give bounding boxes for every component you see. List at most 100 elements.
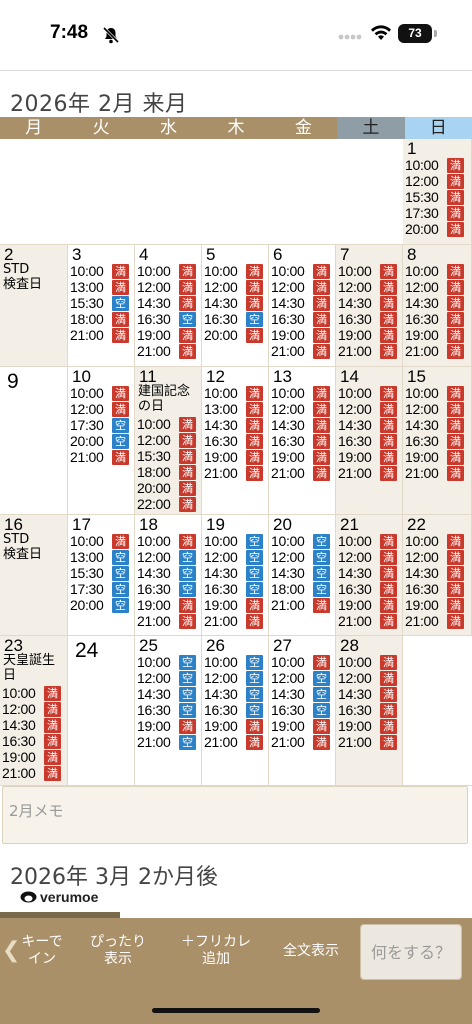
time-slot[interactable]: 10:00 満 bbox=[338, 385, 397, 401]
time-slot[interactable]: 21:00 満 bbox=[405, 465, 464, 481]
time-slot[interactable]: 10:00 満 bbox=[405, 385, 464, 401]
calendar-day-cell[interactable]: 2 STD 検査日 bbox=[0, 245, 68, 367]
time-slot[interactable]: 14:30 満 bbox=[338, 417, 397, 433]
time-slot[interactable]: 14:30 空 bbox=[204, 565, 263, 581]
time-slot[interactable]: 12:00 満 bbox=[2, 701, 61, 717]
calendar-day-cell[interactable]: 14 10:00 満 12:00 満 14:30 満 16:30 満 19:00 満 21:00 満 bbox=[336, 367, 403, 515]
time-slot[interactable]: 16:30 満 bbox=[338, 581, 397, 597]
time-slot[interactable]: 21:00 満 bbox=[70, 449, 129, 465]
time-slot[interactable]: 10:00 満 bbox=[137, 416, 196, 432]
time-slot[interactable]: 18:00 空 bbox=[271, 581, 330, 597]
time-slot[interactable]: 16:30 満 bbox=[338, 702, 397, 718]
calendar-day-cell[interactable]: 4 10:00 満 12:00 満 14:30 満 16:30 空 19:00 満 21:00 満 bbox=[135, 245, 202, 367]
calendar-day-cell[interactable]: 18 10:00 満 12:00 空 14:30 空 16:30 空 19:00 満 21:00 満 bbox=[135, 515, 202, 636]
time-slot[interactable]: 14:30 満 bbox=[137, 295, 196, 311]
time-slot[interactable]: 10:00 空 bbox=[137, 654, 196, 670]
calendar-day-cell[interactable]: 21 10:00 満 12:00 満 14:30 満 16:30 満 19:00 満 21:00 満 bbox=[336, 515, 403, 636]
time-slot[interactable]: 21:00 満 bbox=[405, 343, 464, 359]
time-slot[interactable]: 10:00 空 bbox=[204, 654, 263, 670]
time-slot[interactable]: 12:00 満 bbox=[204, 279, 263, 295]
calendar-day-cell[interactable]: 22 10:00 満 12:00 満 14:30 満 16:30 満 19:00 満 21:00 満 bbox=[403, 515, 472, 636]
time-slot[interactable]: 21:00 満 bbox=[204, 465, 263, 481]
time-slot[interactable]: 19:00 満 bbox=[338, 449, 397, 465]
time-slot[interactable]: 12:00 満 bbox=[338, 549, 397, 565]
time-slot[interactable]: 14:30 満 bbox=[405, 565, 464, 581]
calendar-day-cell[interactable]: 10 10:00 満 12:00 満 17:30 空 20:00 空 21:00 満 bbox=[68, 367, 135, 515]
calendar-day-cell[interactable]: 5 10:00 満 12:00 満 14:30 満 16:30 空 20:00 満 bbox=[202, 245, 269, 367]
time-slot[interactable]: 14:30 空 bbox=[137, 565, 196, 581]
time-slot[interactable]: 19:00 満 bbox=[271, 327, 330, 343]
time-slot[interactable]: 12:00 満 bbox=[137, 432, 196, 448]
time-slot[interactable]: 19:00 満 bbox=[338, 327, 397, 343]
time-slot[interactable]: 20:00 空 bbox=[70, 433, 129, 449]
full-text-button[interactable]: 全文表示 bbox=[274, 943, 348, 960]
login-button[interactable]: キーで イン bbox=[14, 934, 70, 968]
fit-view-button[interactable]: ぴったり 表示 bbox=[80, 934, 156, 968]
time-slot[interactable]: 13:00 満 bbox=[204, 401, 263, 417]
time-slot[interactable]: 12:00 満 bbox=[405, 279, 464, 295]
time-slot[interactable]: 14:30 満 bbox=[204, 295, 263, 311]
calendar-day-cell[interactable]: 13 10:00 満 12:00 満 14:30 満 16:30 満 19:00 満 21:00 満 bbox=[269, 367, 336, 515]
time-slot[interactable]: 21:00 満 bbox=[204, 613, 263, 629]
time-slot[interactable]: 14:30 空 bbox=[271, 565, 330, 581]
time-slot[interactable]: 14:30 満 bbox=[2, 717, 61, 733]
time-slot[interactable]: 16:30 満 bbox=[2, 733, 61, 749]
calendar-day-cell[interactable]: 6 10:00 満 12:00 満 14:30 満 16:30 満 19:00 満 21:00 満 bbox=[269, 245, 336, 367]
time-slot[interactable]: 14:30 満 bbox=[338, 686, 397, 702]
time-slot[interactable]: 21:00 満 bbox=[271, 465, 330, 481]
time-slot[interactable]: 21:00 満 bbox=[271, 734, 330, 750]
time-slot[interactable]: 17:30 満 bbox=[405, 205, 464, 221]
calendar-day-cell[interactable]: 9 bbox=[0, 367, 68, 515]
calendar-day-cell[interactable]: 24 bbox=[68, 636, 135, 786]
time-slot[interactable]: 10:00 満 bbox=[2, 685, 61, 701]
calendar-day-cell[interactable]: 3 10:00 満 13:00 満 15:30 空 18:00 満 21:00 満 bbox=[68, 245, 135, 367]
time-slot[interactable]: 18:00 満 bbox=[137, 464, 196, 480]
time-slot[interactable]: 19:00 満 bbox=[338, 597, 397, 613]
action-button[interactable]: 何をする？ bbox=[360, 924, 462, 980]
calendar-day-cell[interactable]: 11 建国記念 の日 10:00 満 12:00 満 15:30 満 18:00 満 20:00 満 22… bbox=[135, 367, 202, 515]
time-slot[interactable]: 10:00 満 bbox=[70, 533, 129, 549]
time-slot[interactable]: 10:00 空 bbox=[271, 533, 330, 549]
time-slot[interactable]: 16:30 満 bbox=[271, 311, 330, 327]
time-slot[interactable]: 14:30 空 bbox=[271, 686, 330, 702]
time-slot[interactable]: 12:00 満 bbox=[405, 401, 464, 417]
time-slot[interactable]: 19:00 満 bbox=[137, 327, 196, 343]
calendar-day-cell[interactable]: 1 10:00 満 12:00 満 15:30 満 17:30 満 20:00 満 bbox=[403, 139, 472, 245]
time-slot[interactable]: 17:30 空 bbox=[70, 581, 129, 597]
add-calendar-button[interactable]: ＋フリカレ 追加 bbox=[168, 934, 264, 968]
time-slot[interactable]: 12:00 空 bbox=[204, 549, 263, 565]
time-slot[interactable]: 21:00 満 bbox=[2, 765, 61, 781]
time-slot[interactable]: 10:00 満 bbox=[70, 263, 129, 279]
time-slot[interactable]: 13:00 空 bbox=[70, 549, 129, 565]
time-slot[interactable]: 12:00 満 bbox=[271, 279, 330, 295]
time-slot[interactable]: 16:30 満 bbox=[405, 433, 464, 449]
time-slot[interactable]: 12:00 空 bbox=[271, 670, 330, 686]
time-slot[interactable]: 19:00 満 bbox=[338, 718, 397, 734]
time-slot[interactable]: 21:00 満 bbox=[271, 597, 330, 613]
time-slot[interactable]: 20:00 満 bbox=[204, 327, 263, 343]
time-slot[interactable]: 10:00 満 bbox=[271, 263, 330, 279]
time-slot[interactable]: 16:30 空 bbox=[137, 311, 196, 327]
time-slot[interactable]: 16:30 空 bbox=[271, 702, 330, 718]
calendar-day-cell[interactable]: 17 10:00 満 13:00 空 15:30 空 17:30 空 20:00 空 bbox=[68, 515, 135, 636]
time-slot[interactable]: 12:00 満 bbox=[405, 549, 464, 565]
time-slot[interactable]: 10:00 空 bbox=[204, 533, 263, 549]
time-slot[interactable]: 21:00 満 bbox=[271, 343, 330, 359]
time-slot[interactable]: 14:30 満 bbox=[204, 417, 263, 433]
time-slot[interactable]: 19:00 満 bbox=[271, 718, 330, 734]
time-slot[interactable]: 19:00 満 bbox=[204, 718, 263, 734]
time-slot[interactable]: 10:00 満 bbox=[338, 654, 397, 670]
time-slot[interactable]: 20:00 満 bbox=[405, 221, 464, 237]
time-slot[interactable]: 15:30 空 bbox=[70, 565, 129, 581]
time-slot[interactable]: 10:00 満 bbox=[70, 385, 129, 401]
time-slot[interactable]: 19:00 満 bbox=[137, 597, 196, 613]
time-slot[interactable]: 19:00 満 bbox=[137, 718, 196, 734]
calendar-day-cell[interactable]: 15 10:00 満 12:00 満 14:30 満 16:30 満 19:00 満 21:00 満 bbox=[403, 367, 472, 515]
time-slot[interactable]: 20:00 満 bbox=[137, 480, 196, 496]
time-slot[interactable]: 14:30 満 bbox=[338, 565, 397, 581]
time-slot[interactable]: 16:30 空 bbox=[137, 702, 196, 718]
time-slot[interactable]: 14:30 満 bbox=[338, 295, 397, 311]
time-slot[interactable]: 13:00 満 bbox=[70, 279, 129, 295]
time-slot[interactable]: 10:00 満 bbox=[405, 263, 464, 279]
time-slot[interactable]: 18:00 満 bbox=[70, 311, 129, 327]
